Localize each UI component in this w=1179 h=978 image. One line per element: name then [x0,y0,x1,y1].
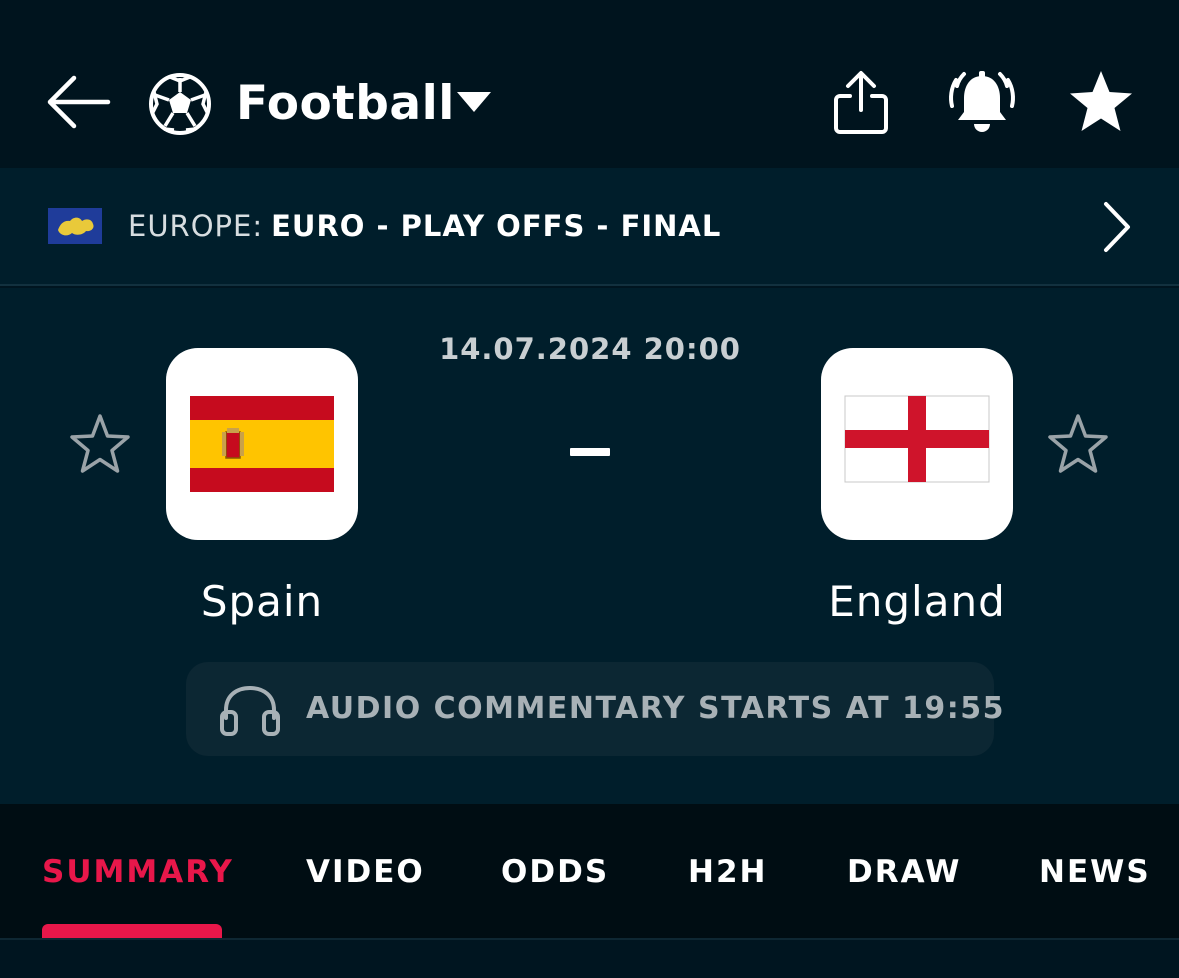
share-icon [834,71,888,134]
away-team-logo[interactable] [821,348,1013,540]
favorite-away-team-button[interactable] [1046,412,1110,476]
tab-news[interactable]: NEWS [1039,850,1151,894]
tab-summary[interactable]: SUMMARY [42,850,234,894]
football-icon [148,72,212,136]
active-tab-indicator [42,924,222,938]
notification-button[interactable] [946,68,1018,136]
content-area-top [0,938,1179,978]
chevron-right-icon[interactable] [1098,198,1134,256]
star-icon [1070,71,1132,131]
europe-flag-icon [48,208,102,244]
tab-h2h[interactable]: H2H [688,850,767,894]
back-arrow-icon [47,75,111,129]
match-datetime: 14.07.2024 20:00 [439,332,741,366]
favorite-match-button[interactable] [1066,68,1136,136]
tab-odds[interactable]: ODDS [501,850,609,894]
top-bar: Football [0,0,1179,168]
england-flag-icon [844,395,990,483]
away-team-name[interactable]: England [787,576,1047,628]
tab-video[interactable]: VIDEO [306,850,425,894]
match-tabs: SUMMARY VIDEO ODDS H2H DRAW NEWS [0,804,1179,938]
favorite-home-team-button[interactable] [68,412,132,476]
league-bar[interactable]: EUROPE: EURO - PLAY OFFS - FINAL [0,168,1179,286]
sport-selector-title[interactable]: Football [236,72,455,136]
league-country: EUROPE: [128,209,264,243]
spain-flag-icon [190,396,334,492]
audio-commentary-text: AUDIO COMMENTARY STARTS AT 19:55 [306,691,1005,726]
match-header: 14.07.2024 20:00 Spain England AUDIO COM… [0,288,1179,804]
share-button[interactable] [830,68,892,138]
bell-alarm-icon [949,71,1015,132]
headphones-icon [218,684,282,736]
league-title: EUROPE: EURO - PLAY OFFS - FINAL [128,206,721,246]
star-outline-icon [70,414,130,473]
league-name: EURO - PLAY OFFS - FINAL [271,209,722,243]
home-team-name[interactable]: Spain [132,576,392,628]
home-team-logo[interactable] [166,348,358,540]
caret-down-icon[interactable] [455,90,493,114]
audio-commentary-banner[interactable]: AUDIO COMMENTARY STARTS AT 19:55 [186,662,1004,756]
score-dash [570,448,610,456]
star-outline-icon [1048,414,1108,473]
tab-draw[interactable]: DRAW [847,850,961,894]
back-button[interactable] [44,70,112,134]
